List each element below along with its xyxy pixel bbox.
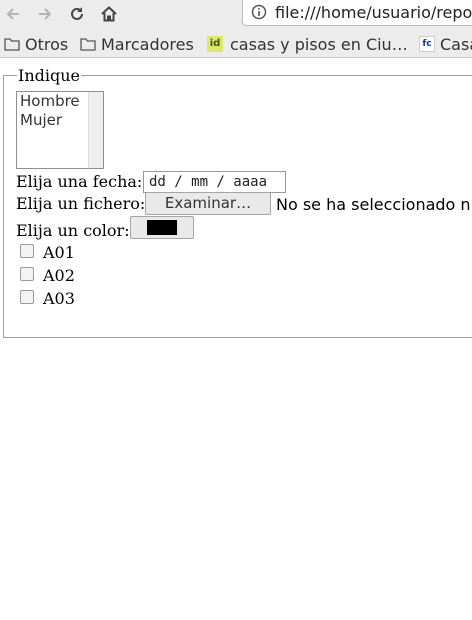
address-bar[interactable]: file:///home/usuario/repo (242, 0, 472, 26)
bookmark-casas-pisos[interactable]: id casas y pisos en Ciu… (207, 34, 408, 54)
id-favicon-icon: id (207, 36, 223, 52)
file-label: Elija un fichero: (16, 194, 146, 213)
color-picker-button[interactable] (130, 216, 194, 239)
reload-button[interactable] (66, 3, 88, 25)
checkbox-label-a03: A03 (43, 289, 75, 308)
browse-file-button[interactable]: Examinar… (145, 192, 271, 215)
checkbox-label-a02: A02 (43, 266, 75, 285)
arrow-right-icon (39, 8, 52, 20)
back-button[interactable] (2, 3, 24, 25)
listbox-scrollbar[interactable] (88, 92, 103, 168)
checkbox-a03[interactable] (20, 290, 34, 304)
checkbox-label-a01: A01 (43, 243, 75, 262)
gender-listbox[interactable]: Hombre Mujer (16, 91, 104, 169)
bookmark-label: Casa (440, 34, 472, 54)
option-mujer[interactable]: Mujer (20, 111, 62, 130)
checkbox-a01[interactable] (20, 244, 34, 258)
bookmark-marcadores[interactable]: Marcadores (80, 34, 194, 54)
reload-icon (71, 7, 83, 20)
bookmark-casa[interactable]: fc Casa (419, 34, 472, 54)
forward-button[interactable] (34, 3, 56, 25)
info-icon[interactable] (251, 4, 267, 24)
home-button[interactable] (98, 3, 120, 25)
url-text: file:///home/usuario/repo (275, 3, 472, 22)
bookmark-label: Marcadores (101, 34, 194, 54)
fieldset-legend: Indique (17, 66, 81, 85)
checkbox-a02[interactable] (20, 267, 34, 281)
home-icon (101, 6, 117, 22)
fc-favicon-icon: fc (419, 36, 435, 52)
folder-icon (4, 38, 20, 51)
arrow-left-icon (6, 8, 19, 20)
color-label: Elija un color: (16, 221, 130, 240)
bookmarks-bar: Otros Marcadores id casas y pisos en Ciu… (0, 30, 472, 58)
browser-toolbar: file:///home/usuario/repo (0, 0, 472, 30)
folder-icon (80, 38, 96, 51)
date-input[interactable]: dd / mm / aaaa (143, 171, 286, 193)
color-swatch (147, 220, 177, 235)
page-content: Indique Hombre Mujer Elija una fecha: dd… (0, 58, 472, 620)
bookmark-otros[interactable]: Otros (4, 34, 68, 54)
bookmark-label: Otros (25, 34, 69, 54)
bookmark-label: casas y pisos en Ciu… (230, 34, 408, 54)
date-label: Elija una fecha: (16, 172, 143, 191)
file-status-text: No se ha seleccionado ni (276, 195, 472, 214)
option-hombre[interactable]: Hombre (20, 92, 80, 111)
